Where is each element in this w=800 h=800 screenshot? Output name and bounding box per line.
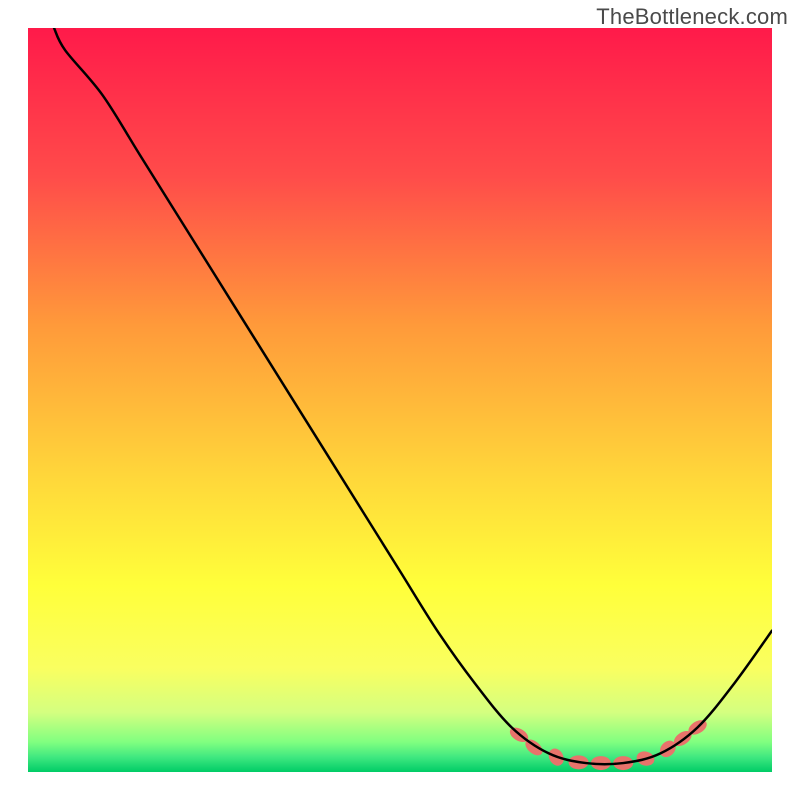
watermark-text: TheBottleneck.com	[596, 4, 788, 30]
bottleneck-chart	[0, 0, 800, 800]
chart-root: TheBottleneck.com	[0, 0, 800, 800]
plot-background	[28, 28, 772, 772]
